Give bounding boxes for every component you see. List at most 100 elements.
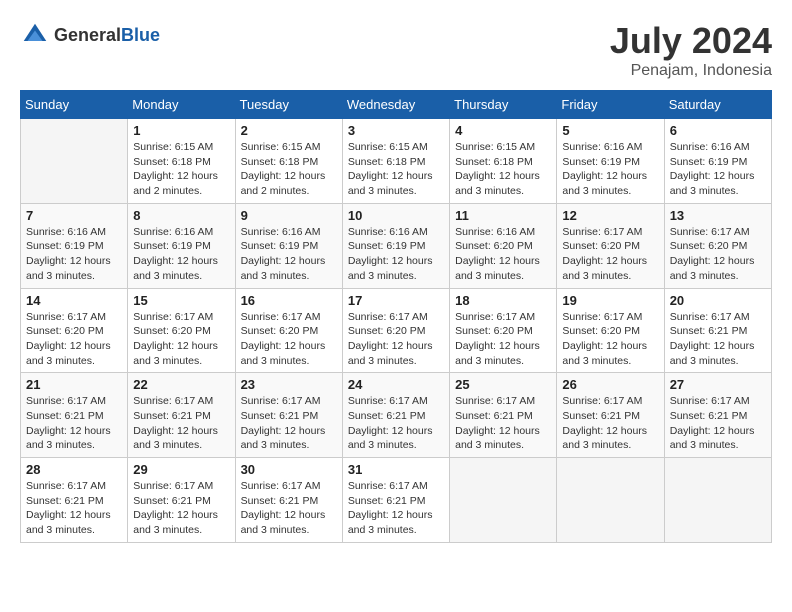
day-number: 28 [26, 462, 122, 477]
calendar-table: SundayMondayTuesdayWednesdayThursdayFrid… [20, 90, 772, 543]
day-info: Sunrise: 6:17 AM Sunset: 6:21 PM Dayligh… [241, 479, 337, 538]
day-info: Sunrise: 6:17 AM Sunset: 6:20 PM Dayligh… [670, 225, 766, 284]
day-info: Sunrise: 6:17 AM Sunset: 6:21 PM Dayligh… [455, 394, 551, 453]
calendar-cell [450, 458, 557, 543]
day-info: Sunrise: 6:17 AM Sunset: 6:21 PM Dayligh… [26, 394, 122, 453]
day-info: Sunrise: 6:17 AM Sunset: 6:21 PM Dayligh… [670, 310, 766, 369]
day-info: Sunrise: 6:17 AM Sunset: 6:21 PM Dayligh… [562, 394, 658, 453]
calendar-cell: 30 Sunrise: 6:17 AM Sunset: 6:21 PM Dayli… [235, 458, 342, 543]
calendar-cell: 19 Sunrise: 6:17 AM Sunset: 6:20 PM Dayli… [557, 288, 664, 373]
weekday-header: Wednesday [342, 91, 449, 119]
day-number: 19 [562, 293, 658, 308]
day-number: 16 [241, 293, 337, 308]
day-info: Sunrise: 6:17 AM Sunset: 6:21 PM Dayligh… [670, 394, 766, 453]
day-info: Sunrise: 6:17 AM Sunset: 6:20 PM Dayligh… [348, 310, 444, 369]
day-number: 22 [133, 377, 229, 392]
weekday-header: Sunday [21, 91, 128, 119]
day-number: 18 [455, 293, 551, 308]
day-info: Sunrise: 6:17 AM Sunset: 6:21 PM Dayligh… [348, 394, 444, 453]
weekday-header: Saturday [664, 91, 771, 119]
calendar-cell: 31 Sunrise: 6:17 AM Sunset: 6:21 PM Dayli… [342, 458, 449, 543]
day-info: Sunrise: 6:17 AM Sunset: 6:20 PM Dayligh… [455, 310, 551, 369]
calendar-cell: 18 Sunrise: 6:17 AM Sunset: 6:20 PM Dayli… [450, 288, 557, 373]
calendar-cell: 21Sunrise: 6:17 AM Sunset: 6:21 PM Dayli… [21, 373, 128, 458]
day-info: Sunrise: 6:17 AM Sunset: 6:20 PM Dayligh… [562, 310, 658, 369]
day-number: 8 [133, 208, 229, 223]
day-number: 31 [348, 462, 444, 477]
day-number: 2 [241, 123, 337, 138]
day-info: Sunrise: 6:17 AM Sunset: 6:20 PM Dayligh… [241, 310, 337, 369]
calendar-cell: 14 Sunrise: 6:17 AM Sunset: 6:20 PM Dayli… [21, 288, 128, 373]
day-info: Sunrise: 6:17 AM Sunset: 6:20 PM Dayligh… [26, 310, 122, 369]
calendar-cell: 23 Sunrise: 6:17 AM Sunset: 6:21 PM Dayli… [235, 373, 342, 458]
day-info: Sunrise: 6:17 AM Sunset: 6:21 PM Dayligh… [348, 479, 444, 538]
calendar-cell [21, 119, 128, 204]
day-number: 27 [670, 377, 766, 392]
day-number: 10 [348, 208, 444, 223]
day-number: 14 [26, 293, 122, 308]
day-info: Sunrise: 6:16 AM Sunset: 6:19 PM Dayligh… [670, 140, 766, 199]
logo: GeneralBlue [20, 20, 160, 50]
day-number: 15 [133, 293, 229, 308]
weekday-header: Tuesday [235, 91, 342, 119]
day-number: 11 [455, 208, 551, 223]
day-number: 4 [455, 123, 551, 138]
calendar-cell: 2 Sunrise: 6:15 AM Sunset: 6:18 PM Daylig… [235, 119, 342, 204]
weekday-header: Thursday [450, 91, 557, 119]
day-number: 13 [670, 208, 766, 223]
day-number: 3 [348, 123, 444, 138]
day-number: 24 [348, 377, 444, 392]
calendar-cell [664, 458, 771, 543]
day-info: Sunrise: 6:16 AM Sunset: 6:20 PM Dayligh… [455, 225, 551, 284]
day-info: Sunrise: 6:16 AM Sunset: 6:19 PM Dayligh… [26, 225, 122, 284]
calendar-cell: 9Sunrise: 6:16 AM Sunset: 6:19 PM Daylig… [235, 203, 342, 288]
day-number: 30 [241, 462, 337, 477]
day-info: Sunrise: 6:17 AM Sunset: 6:21 PM Dayligh… [26, 479, 122, 538]
day-info: Sunrise: 6:16 AM Sunset: 6:19 PM Dayligh… [348, 225, 444, 284]
calendar-cell: 10 Sunrise: 6:16 AM Sunset: 6:19 PM Dayli… [342, 203, 449, 288]
day-number: 26 [562, 377, 658, 392]
calendar-cell: 17 Sunrise: 6:17 AM Sunset: 6:20 PM Dayli… [342, 288, 449, 373]
day-info: Sunrise: 6:15 AM Sunset: 6:18 PM Dayligh… [241, 140, 337, 199]
day-info: Sunrise: 6:16 AM Sunset: 6:19 PM Dayligh… [562, 140, 658, 199]
day-number: 9 [241, 208, 337, 223]
calendar-cell: 16 Sunrise: 6:17 AM Sunset: 6:20 PM Dayli… [235, 288, 342, 373]
weekday-header: Monday [128, 91, 235, 119]
title-block: July 2024 Penajam, Indonesia [610, 20, 772, 80]
day-info: Sunrise: 6:17 AM Sunset: 6:20 PM Dayligh… [562, 225, 658, 284]
calendar-week-row: 7 Sunrise: 6:16 AM Sunset: 6:19 PM Daylig… [21, 203, 772, 288]
calendar-cell: 7 Sunrise: 6:16 AM Sunset: 6:19 PM Daylig… [21, 203, 128, 288]
day-info: Sunrise: 6:15 AM Sunset: 6:18 PM Dayligh… [348, 140, 444, 199]
day-number: 7 [26, 208, 122, 223]
logo-icon [20, 20, 50, 50]
calendar-cell: 11 Sunrise: 6:16 AM Sunset: 6:20 PM Dayli… [450, 203, 557, 288]
calendar-cell: 24 Sunrise: 6:17 AM Sunset: 6:21 PM Dayli… [342, 373, 449, 458]
day-number: 29 [133, 462, 229, 477]
day-info: Sunrise: 6:17 AM Sunset: 6:21 PM Dayligh… [133, 394, 229, 453]
calendar-week-row: 14 Sunrise: 6:17 AM Sunset: 6:20 PM Dayli… [21, 288, 772, 373]
day-number: 20 [670, 293, 766, 308]
day-number: 1 [133, 123, 229, 138]
calendar-cell: 25Sunrise: 6:17 AM Sunset: 6:21 PM Dayli… [450, 373, 557, 458]
logo-text: GeneralBlue [54, 25, 160, 46]
day-info: Sunrise: 6:17 AM Sunset: 6:21 PM Dayligh… [133, 479, 229, 538]
calendar-cell: 20 Sunrise: 6:17 AM Sunset: 6:21 PM Dayli… [664, 288, 771, 373]
calendar-cell: 12 Sunrise: 6:17 AM Sunset: 6:20 PM Dayli… [557, 203, 664, 288]
day-info: Sunrise: 6:15 AM Sunset: 6:18 PM Dayligh… [455, 140, 551, 199]
calendar-cell: 26 Sunrise: 6:17 AM Sunset: 6:21 PM Dayli… [557, 373, 664, 458]
calendar-cell [557, 458, 664, 543]
month-title: July 2024 [610, 20, 772, 62]
calendar-cell: 15 Sunrise: 6:17 AM Sunset: 6:20 PM Dayli… [128, 288, 235, 373]
logo-general: General [54, 25, 121, 45]
day-info: Sunrise: 6:15 AM Sunset: 6:18 PM Dayligh… [133, 140, 229, 199]
day-number: 17 [348, 293, 444, 308]
calendar-cell: 13 Sunrise: 6:17 AM Sunset: 6:20 PM Dayli… [664, 203, 771, 288]
calendar-cell: 1 Sunrise: 6:15 AM Sunset: 6:18 PM Daylig… [128, 119, 235, 204]
location-title: Penajam, Indonesia [610, 62, 772, 80]
day-number: 12 [562, 208, 658, 223]
day-info: Sunrise: 6:17 AM Sunset: 6:20 PM Dayligh… [133, 310, 229, 369]
day-info: Sunrise: 6:17 AM Sunset: 6:21 PM Dayligh… [241, 394, 337, 453]
day-number: 23 [241, 377, 337, 392]
logo-blue: Blue [121, 25, 160, 45]
day-number: 5 [562, 123, 658, 138]
